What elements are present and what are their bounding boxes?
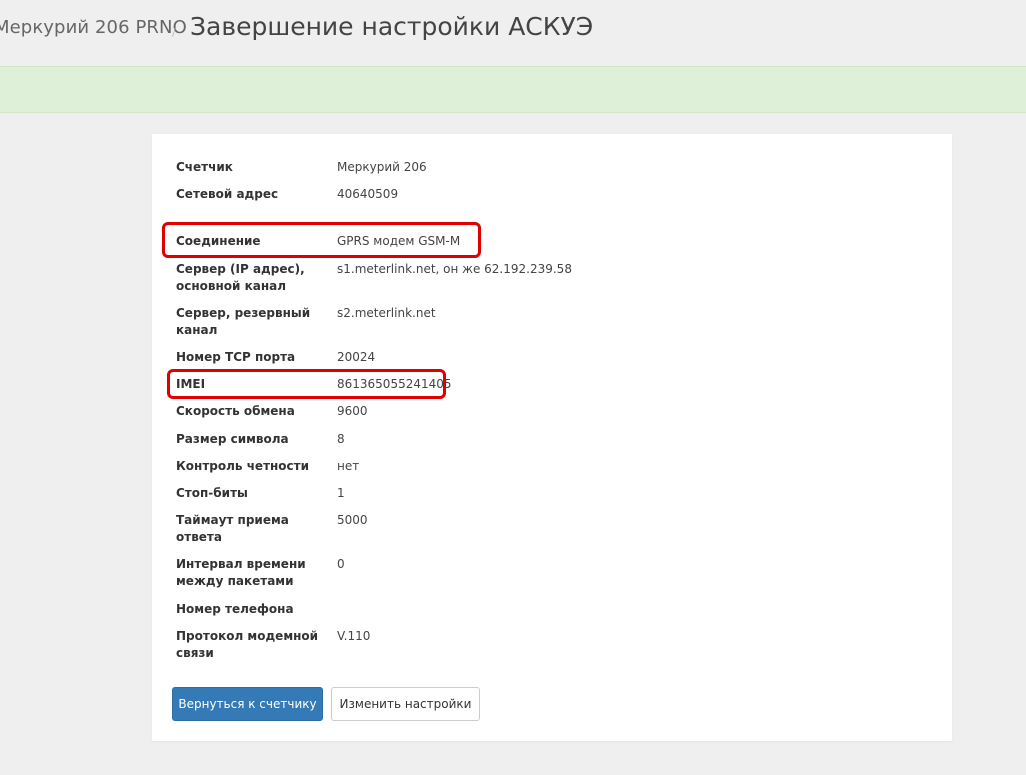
detail-label: Протокол модемной связи — [176, 629, 319, 660]
detail-value: 40640509 — [337, 187, 399, 201]
detail-value: 8 — [337, 432, 345, 446]
detail-label: Стоп-биты — [176, 486, 248, 500]
detail-label: Счетчик — [176, 160, 233, 174]
detail-label: Соединение — [176, 234, 261, 248]
detail-value: 20024 — [337, 350, 376, 364]
breadcrumb-meter-link[interactable]: Меркурий 206 PRNO — [0, 17, 187, 38]
detail-label: Сетевой адрес — [176, 187, 279, 201]
detail-label: Сервер (IP адрес), основной канал — [176, 262, 305, 293]
settings-summary-card: Счетчик Меркурий 206 Сетевой адрес 40640… — [152, 134, 952, 741]
page-header: Меркурий 206 PRNO / Завершение настройки… — [0, 0, 1026, 66]
detail-label: Сервер, резервный канал — [176, 306, 311, 337]
success-alert — [0, 66, 1026, 113]
page-title: Завершение настройки АСКУЭ — [190, 12, 594, 41]
detail-value: GPRS модем GSM-M — [337, 234, 461, 248]
detail-label: Номер телефона — [176, 602, 294, 616]
detail-label: Таймаут приема ответа — [176, 513, 289, 544]
detail-value: V.110 — [337, 629, 371, 643]
detail-label: Скорость обмена — [176, 404, 295, 418]
detail-value: 861365055241405 — [337, 377, 452, 391]
change-settings-button[interactable]: Изменить настройки — [331, 687, 480, 721]
detail-value: Меркурий 206 — [337, 160, 427, 174]
detail-label: IMEI — [176, 377, 206, 391]
detail-value: s1.meterlink.net, он же 62.192.239.58 — [337, 262, 572, 276]
detail-label: Номер TCP порта — [176, 350, 296, 364]
breadcrumb-separator: / — [172, 26, 176, 39]
detail-label: Интервал времени между пакетами — [176, 557, 306, 588]
detail-value: 9600 — [337, 404, 368, 418]
detail-value: 0 — [337, 557, 345, 571]
detail-value: 5000 — [337, 513, 368, 527]
detail-value: 1 — [337, 486, 345, 500]
back-to-meter-button[interactable]: Вернуться к счетчику — [172, 687, 323, 721]
detail-value: нет — [337, 459, 360, 473]
detail-value: s2.meterlink.net — [337, 306, 436, 320]
detail-label: Размер символа — [176, 432, 289, 446]
detail-label: Контроль четности — [176, 459, 310, 473]
